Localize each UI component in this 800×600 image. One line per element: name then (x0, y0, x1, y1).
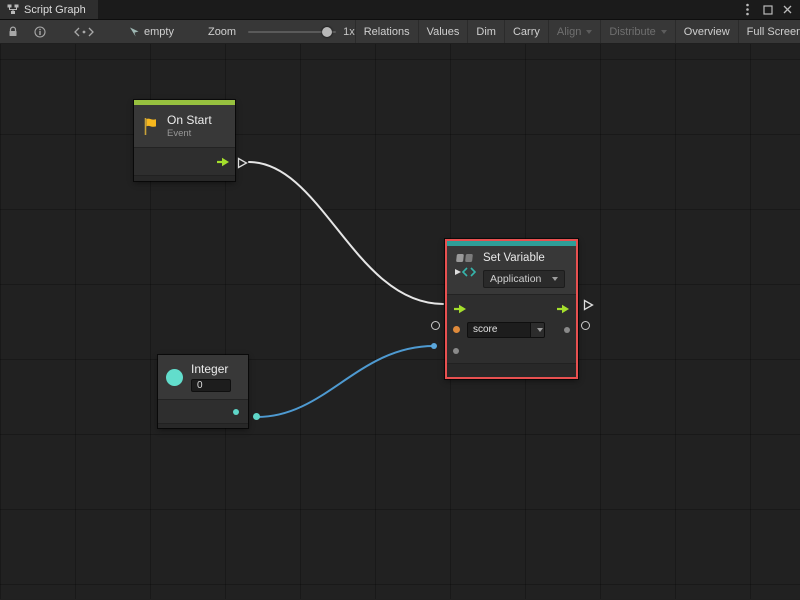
name-port-row: score (447, 319, 576, 340)
script-graph-window: Script Graph (0, 0, 800, 599)
zoom-label: Zoom (208, 26, 236, 38)
zoom-slider-knob[interactable] (322, 27, 332, 37)
full-screen-button[interactable]: Full Screen (738, 20, 800, 43)
integer-type-icon (166, 369, 183, 386)
code-toggle-icon[interactable] (70, 20, 98, 43)
distribute-button[interactable]: Distribute (600, 20, 674, 43)
chevron-down-icon (661, 30, 667, 34)
set-variable-header: Set Variable Application (447, 246, 576, 294)
set-variable-ports: score (447, 294, 576, 363)
onstart-flow-out-connector-icon[interactable] (237, 156, 248, 174)
value-wire-integer-to-setvariable[interactable] (257, 346, 434, 417)
overview-button[interactable]: Overview (675, 20, 738, 43)
integer-value-field[interactable]: 0 (191, 379, 231, 392)
dim-button[interactable]: Dim (467, 20, 504, 43)
dropdown-caret (530, 323, 544, 337)
variable-scope-value: Application (490, 273, 541, 285)
zoom-slider[interactable] (248, 27, 336, 37)
variables-icon (456, 253, 474, 263)
values-button[interactable]: Values (418, 20, 468, 43)
info-icon[interactable] (30, 20, 50, 43)
flow-port-row (447, 298, 576, 319)
setvariable-left-port-circle[interactable] (431, 321, 440, 330)
close-icon[interactable] (780, 2, 795, 17)
menu-icon[interactable] (740, 2, 755, 17)
integer-wire-start-dot[interactable] (253, 413, 260, 420)
setvariable-right-port-circle[interactable] (581, 321, 590, 330)
flag-icon (142, 117, 159, 136)
toolbar-buttons: Relations Values Dim Carry Align Distrib… (355, 20, 800, 43)
zoom-control: Zoom 1x (208, 26, 355, 38)
node-title: On Start (167, 114, 212, 127)
node-subtitle: Event (167, 128, 212, 139)
node-title: Integer (191, 363, 231, 376)
pointer-icon (128, 26, 140, 38)
node-integer[interactable]: Integer 0 (158, 355, 248, 428)
wires-layer (0, 44, 800, 599)
flow-out-port[interactable] (556, 304, 570, 314)
tab-script-graph[interactable]: Script Graph (0, 0, 98, 19)
on-start-texts: On Start Event (167, 114, 212, 139)
tab-title: Script Graph (24, 4, 86, 16)
integer-out-port[interactable] (233, 409, 239, 415)
node-footer (158, 423, 248, 428)
lock-icon[interactable] (4, 20, 22, 43)
align-button[interactable]: Align (548, 20, 600, 43)
chevron-down-icon (552, 277, 558, 281)
chevron-down-icon (537, 328, 543, 332)
value-out-port[interactable] (564, 327, 570, 333)
value-port-row (447, 340, 576, 361)
graph-toolbar: empty Zoom 1x Relations Values Dim Carry… (0, 20, 800, 44)
titlebar: Script Graph (0, 0, 800, 20)
node-footer (447, 363, 576, 377)
setvariable-wire-end-dot[interactable] (431, 343, 437, 349)
relations-button[interactable]: Relations (355, 20, 418, 43)
node-footer (134, 175, 235, 181)
variable-scope-dropdown[interactable]: Application (483, 270, 565, 288)
window-controls (740, 0, 800, 19)
chevron-down-icon (586, 30, 592, 34)
integer-port-row (158, 399, 248, 423)
integer-texts: Integer 0 (191, 363, 231, 392)
value-in-port[interactable] (453, 348, 459, 354)
set-variable-main: Set Variable Application (483, 251, 570, 288)
maximize-icon[interactable] (760, 2, 775, 17)
zoom-value: 1x (343, 26, 355, 38)
variable-name-value: score (468, 323, 530, 337)
flow-wire-onstart-to-setvariable[interactable] (249, 162, 443, 304)
node-set-variable[interactable]: Set Variable Application (445, 239, 578, 379)
graph-name: empty (144, 26, 174, 38)
code-brackets-icon (454, 267, 476, 277)
carry-button[interactable]: Carry (504, 20, 548, 43)
node-on-start[interactable]: On Start Event (134, 100, 235, 181)
flow-in-port[interactable] (453, 304, 467, 314)
flow-out-port[interactable] (216, 157, 230, 167)
on-start-port-row (134, 147, 235, 175)
variable-name-dropdown[interactable]: score (467, 322, 545, 338)
setvariable-flow-out-connector-icon[interactable] (583, 298, 594, 316)
node-title: Set Variable (483, 252, 570, 264)
graph-canvas[interactable]: On Start Event (0, 44, 800, 599)
name-in-port[interactable] (453, 326, 460, 333)
integer-header: Integer 0 (158, 355, 248, 399)
set-variable-icons (453, 251, 477, 288)
graph-breadcrumb[interactable]: empty (128, 26, 174, 38)
graph-icon (7, 4, 19, 15)
on-start-header: On Start Event (134, 105, 235, 147)
